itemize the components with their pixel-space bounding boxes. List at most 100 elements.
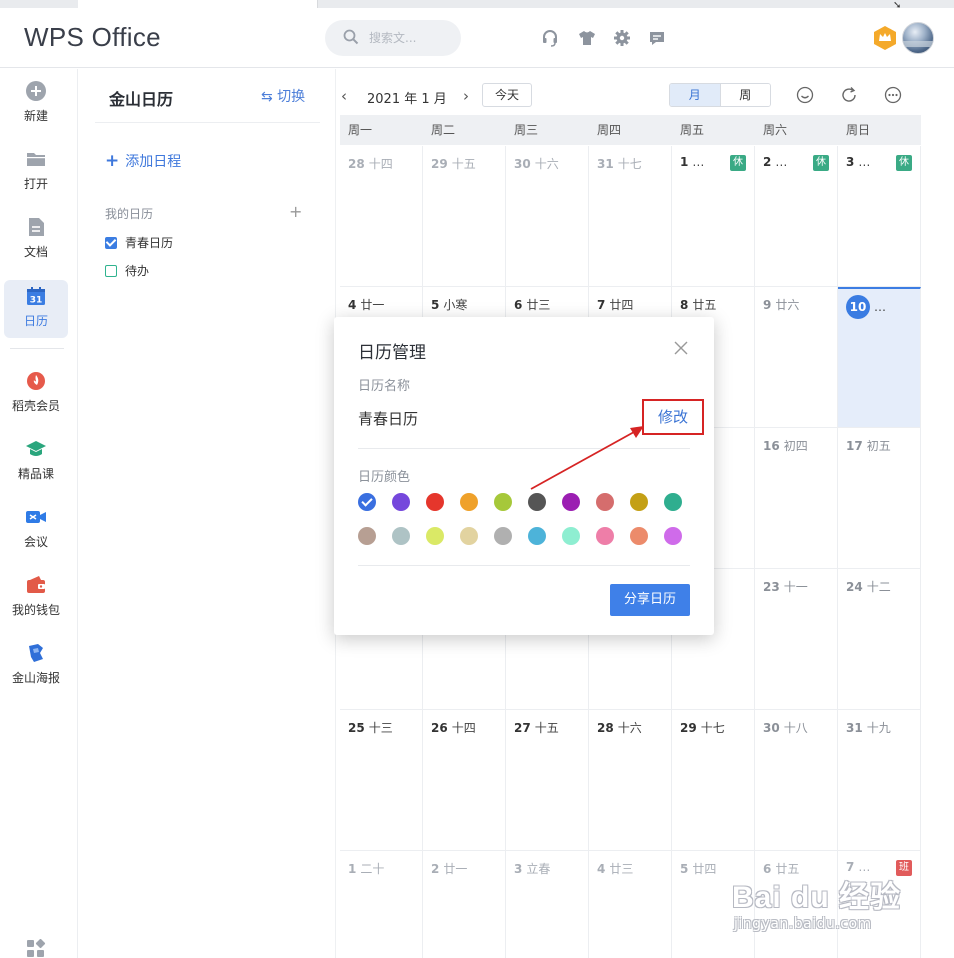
weekday-label: 周二 <box>431 123 456 137</box>
day-cell[interactable]: 10… <box>838 287 921 428</box>
day-cell[interactable]: 1 二十 <box>340 851 423 958</box>
share-calendar-button[interactable]: 分享日历 <box>610 584 690 616</box>
today-button[interactable]: 今天 <box>482 83 532 107</box>
browser-tab[interactable] <box>78 0 318 8</box>
day-cell[interactable]: 30 十六 <box>506 146 589 287</box>
lunar-date: 廿三 <box>526 298 551 312</box>
close-icon[interactable] <box>672 339 690 357</box>
nav-item-docer[interactable]: 稻壳会员 <box>4 365 68 423</box>
tab-strip: ➘ <box>0 0 954 11</box>
skin-shirt-icon[interactable] <box>577 28 597 48</box>
nav-label: 精品课 <box>17 467 54 481</box>
edit-name-button[interactable]: 修改 <box>642 399 704 435</box>
day-cell[interactable]: 29 十七 <box>672 710 755 851</box>
day-cell[interactable]: 28 十六 <box>589 710 672 851</box>
calendar-checkbox[interactable] <box>105 265 117 277</box>
search-input[interactable] <box>369 28 449 48</box>
watermark-logo: Bai du 经验 <box>732 881 902 914</box>
lunar-date: 十七 <box>700 721 725 735</box>
color-swatch[interactable] <box>392 527 410 545</box>
color-swatch[interactable] <box>596 527 614 545</box>
day-cell[interactable]: 27 十五 <box>506 710 589 851</box>
color-swatch[interactable] <box>460 527 478 545</box>
day-cell[interactable]: 3 立春 <box>506 851 589 958</box>
lunar-date: 十六 <box>534 157 559 171</box>
lunar-date: 廿四 <box>609 298 634 312</box>
color-swatch[interactable] <box>596 493 614 511</box>
user-avatar[interactable] <box>902 22 934 54</box>
nav-item-new[interactable]: 新建 <box>4 75 68 133</box>
add-event-button[interactable]: + 添加日程 <box>105 151 181 171</box>
nav-item-calendar[interactable]: 31 日历 <box>4 280 68 338</box>
color-swatch[interactable] <box>528 493 546 511</box>
calendar-icon-number: 31 <box>30 296 43 306</box>
nav-item-poster[interactable]: 金山海报 <box>4 637 68 695</box>
color-swatch[interactable] <box>358 527 376 545</box>
month-view-tab[interactable]: 月 <box>670 84 720 106</box>
nav-item-meeting[interactable]: 会议 <box>4 501 68 559</box>
lunar-date: … <box>692 155 705 169</box>
refresh-icon[interactable] <box>840 86 858 104</box>
apps-grid-icon[interactable] <box>26 939 46 958</box>
color-swatch[interactable] <box>562 527 580 545</box>
search-box[interactable] <box>325 20 461 56</box>
color-swatch[interactable] <box>358 493 376 511</box>
color-swatch[interactable] <box>528 527 546 545</box>
day-number: 6 <box>514 298 523 312</box>
nav-label: 金山海报 <box>11 671 60 685</box>
color-swatch[interactable] <box>460 493 478 511</box>
gear-icon[interactable] <box>612 28 632 48</box>
day-cell[interactable]: 2… 休 <box>755 146 838 287</box>
day-cell[interactable]: 30 十八 <box>755 710 838 851</box>
day-date: 2… <box>763 155 787 169</box>
day-cell[interactable]: 24 十二 <box>838 569 921 710</box>
plus-icon: + <box>105 151 120 171</box>
color-swatch[interactable] <box>392 493 410 511</box>
day-number: 10 <box>846 295 870 319</box>
message-icon[interactable] <box>647 28 667 48</box>
vip-crown-icon[interactable] <box>872 25 898 51</box>
calendar-checkbox[interactable] <box>105 237 117 249</box>
day-cell[interactable]: 3… 休 <box>838 146 921 287</box>
next-month-button[interactable]: › <box>463 87 469 105</box>
day-cell[interactable]: 1… 休 <box>672 146 755 287</box>
day-cell[interactable]: 2 廿一 <box>423 851 506 958</box>
day-date: 30 十八 <box>763 719 808 736</box>
plus-circle-icon <box>26 81 46 101</box>
day-cell[interactable]: 29 十五 <box>423 146 506 287</box>
week-view-tab[interactable]: 周 <box>719 84 770 106</box>
color-swatch[interactable] <box>426 493 444 511</box>
day-cell[interactable]: 31 十七 <box>589 146 672 287</box>
color-swatch[interactable] <box>494 527 512 545</box>
add-calendar-button[interactable]: + <box>289 202 302 221</box>
switch-calendar-button[interactable]: ⇆ 切换 <box>261 86 305 106</box>
nav-item-courses[interactable]: 精品课 <box>4 433 68 491</box>
day-cell[interactable]: 17 初五 <box>838 428 921 569</box>
emoji-smile-icon[interactable] <box>796 86 814 104</box>
color-swatch[interactable] <box>494 493 512 511</box>
color-swatch[interactable] <box>630 493 648 511</box>
color-swatch[interactable] <box>664 493 682 511</box>
nav-item-wallet[interactable]: 我的钱包 <box>4 569 68 627</box>
day-cell[interactable]: 31 十九 <box>838 710 921 851</box>
day-cell[interactable]: 9 廿六 <box>755 287 838 428</box>
current-month-label: 2021 年 1 月 <box>367 92 447 107</box>
color-swatch[interactable] <box>664 527 682 545</box>
calendar-item-qingchun[interactable]: 青春日历 <box>105 234 173 251</box>
color-swatch[interactable] <box>562 493 580 511</box>
day-cell[interactable]: 28 十四 <box>340 146 423 287</box>
lunar-date: 廿六 <box>775 298 800 312</box>
calendar-item-todo[interactable]: 待办 <box>105 262 149 279</box>
headset-icon[interactable] <box>540 28 560 48</box>
day-cell[interactable]: 4 廿三 <box>589 851 672 958</box>
prev-month-button[interactable]: ‹ <box>341 87 347 105</box>
nav-item-docs[interactable]: 文档 <box>4 211 68 269</box>
nav-item-open[interactable]: 打开 <box>4 143 68 201</box>
day-cell[interactable]: 23 十一 <box>755 569 838 710</box>
day-cell[interactable]: 16 初四 <box>755 428 838 569</box>
day-cell[interactable]: 25 十三 <box>340 710 423 851</box>
color-swatch[interactable] <box>630 527 648 545</box>
more-options-icon[interactable] <box>884 86 902 104</box>
day-cell[interactable]: 26 十四 <box>423 710 506 851</box>
color-swatch[interactable] <box>426 527 444 545</box>
